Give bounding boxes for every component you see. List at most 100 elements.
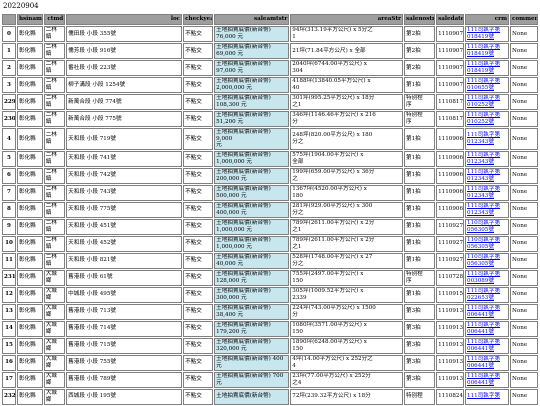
table-row: 14 彰化縣 大城鄉舊港段 小段 714號 不點交 土地拍賣底價(新台幣) 179,200… bbox=[2, 320, 538, 337]
case-number-link[interactable]: 111司執字第 012343號 bbox=[467, 203, 507, 216]
county-cell: 彰化縣 bbox=[16, 184, 43, 201]
town-cell: 二林鎮 bbox=[43, 94, 66, 110]
town-cell: 二林鎮 bbox=[43, 184, 66, 201]
case-number-link[interactable]: 111司執字第 012343號 bbox=[467, 169, 507, 182]
amount-cell: 土地拍賣底價(新台幣) 700 元 bbox=[214, 371, 290, 388]
check-cell: 不點交 bbox=[183, 354, 214, 371]
saleno-cell: 第3拍 bbox=[403, 337, 436, 354]
comment-cell: None bbox=[510, 43, 538, 59]
comment-cell: None bbox=[510, 77, 538, 93]
column-header-checkyear: checkyear bbox=[183, 14, 214, 25]
check-cell: 不點交 bbox=[183, 111, 214, 127]
column-header-saleamtstr: saleamtstr bbox=[214, 14, 290, 25]
row-index: 11 bbox=[2, 252, 16, 269]
case-number-link[interactable]: 111司執字第 010252號 bbox=[467, 95, 507, 108]
area-cell: 199坪(659.00平方公尺) x 36分之 bbox=[290, 167, 403, 184]
table-row: 17 彰化縣 大城鄉舊港段 小段 789號 不點交 土地拍賣底價(新台幣) 700 元 23… bbox=[2, 371, 538, 388]
saleno-cell: 第1拍 bbox=[403, 150, 436, 167]
case-number-cell: 111司執字第 018419號 bbox=[465, 43, 510, 59]
saleno-cell: 第1拍 bbox=[403, 167, 436, 184]
location-cell: 舊港段 小段 713號 bbox=[66, 303, 183, 320]
row-index: 232 bbox=[2, 388, 16, 405]
case-number-cell: 111司執字第 012343號 bbox=[465, 201, 510, 218]
saleno-cell: 第2拍 bbox=[403, 26, 436, 42]
county-cell: 彰化縣 bbox=[16, 111, 43, 127]
check-cell: 不點交 bbox=[183, 94, 214, 110]
check-cell: 不點交 bbox=[183, 337, 214, 354]
case-number-link[interactable]: 111司執字第 012343號 bbox=[467, 132, 507, 145]
case-number-link[interactable]: 111司執字第 bbox=[467, 393, 507, 400]
amount-cell: 土地拍賣底價(新台幣) 51,200 元 bbox=[214, 111, 290, 127]
county-cell: 彰化縣 bbox=[16, 269, 43, 286]
case-number-cell: 111司執字第 018419號 bbox=[465, 60, 510, 76]
county-cell: 彰化縣 bbox=[16, 337, 43, 354]
amount-cell: 土地拍賣底價(新台幣) 1,000,000 元 bbox=[214, 235, 290, 252]
location-cell: 西城段 小段 195號 bbox=[66, 388, 183, 405]
location-cell: 新萬合段 小段 774號 bbox=[66, 94, 183, 110]
table-body: 0 彰化縣 二林鎮儒田段 小段 355號 不點交 土地拍賣底價(新台幣) 76,000 元… bbox=[2, 26, 538, 405]
area-cell: 1367坪(4520.00平方公尺) x 180 bbox=[290, 184, 403, 201]
case-number-link[interactable]: 111司執字第 010655號 bbox=[467, 78, 507, 91]
location-cell: 天和段 小段 741號 bbox=[66, 150, 183, 167]
location-cell: 儒田段 小段 355號 bbox=[66, 26, 183, 42]
case-number-link[interactable]: 111司執字第 012343號 bbox=[467, 152, 507, 165]
check-cell: 不點交 bbox=[183, 286, 214, 303]
case-number-link[interactable]: 111司執字第 018419號 bbox=[467, 27, 507, 40]
case-number-link[interactable]: 111司執字第 018419號 bbox=[467, 61, 507, 74]
row-index: 10 bbox=[2, 235, 16, 252]
town-cell: 大城鄉 bbox=[43, 337, 66, 354]
case-number-link[interactable]: 111司執字第 006441號 bbox=[467, 339, 507, 352]
county-cell: 彰化縣 bbox=[16, 303, 43, 320]
case-number-link[interactable]: 111司執字第 012343號 bbox=[467, 186, 507, 199]
case-number-link[interactable]: 111司執字第 006441號 bbox=[467, 373, 507, 386]
case-number-link[interactable]: 111司執字第 006441號 bbox=[467, 356, 507, 369]
column-header-comment: comment bbox=[510, 14, 538, 25]
town-cell: 大城鄉 bbox=[43, 354, 66, 371]
saleno-cell: 第3拍 bbox=[403, 303, 436, 320]
location-cell: 天和段 小段 821號 bbox=[66, 252, 183, 269]
case-number-link[interactable]: 110司執字第 056305號 bbox=[467, 220, 507, 233]
county-cell: 彰化縣 bbox=[16, 128, 43, 150]
case-number-link[interactable]: 111司執字第 018419號 bbox=[467, 44, 507, 57]
county-cell: 彰化縣 bbox=[16, 252, 43, 269]
saledate-cell: 1110906 bbox=[436, 128, 465, 150]
check-cell: 不點交 bbox=[183, 43, 214, 59]
amount-cell: 土地拍賣底價(新台幣) 97,000 元 bbox=[214, 60, 290, 76]
case-number-link[interactable]: 110司執字第 056305號 bbox=[467, 254, 507, 267]
location-cell: 天和段 小段 775號 bbox=[66, 201, 183, 218]
case-number-cell: 111司執字第 006441號 bbox=[465, 354, 510, 371]
auction-table: hsinamectmdloccheckyearsaleamtstrareaStr… bbox=[1, 13, 539, 406]
case-number-cell: 111司執字第 018419號 bbox=[465, 26, 510, 42]
case-number-link[interactable]: 111司執字第 006441號 bbox=[467, 305, 507, 318]
row-index: 4 bbox=[2, 128, 16, 150]
row-index: 6 bbox=[2, 167, 16, 184]
town-cell: 二林鎮 bbox=[43, 201, 66, 218]
amount-cell: 土地拍賣底價(新台幣) 38,400 元 bbox=[214, 303, 290, 320]
row-index: 229 bbox=[2, 94, 16, 110]
saledate-cell: 1110817 bbox=[436, 111, 465, 127]
saledate-cell: 1110913 bbox=[436, 320, 465, 337]
check-cell: 不點交 bbox=[183, 269, 214, 286]
comment-cell: None bbox=[510, 218, 538, 235]
town-cell: 大城鄉 bbox=[43, 286, 66, 303]
column-header-areaStr: areaStr bbox=[290, 14, 403, 25]
table-row: 5 彰化縣 二林鎮天和段 小段 741號 不點交 土地拍賣底價(新台幣) 1,000,00… bbox=[2, 150, 538, 167]
town-cell: 大城鄉 bbox=[43, 303, 66, 320]
check-cell: 不點交 bbox=[183, 184, 214, 201]
saledate-cell: 1110907 bbox=[436, 43, 465, 59]
county-cell: 彰化縣 bbox=[16, 286, 43, 303]
check-cell: 不點交 bbox=[183, 252, 214, 269]
case-number-link[interactable]: 111司執字第 006441號 bbox=[467, 322, 507, 335]
case-number-link[interactable]: 110司執字第 056305號 bbox=[467, 237, 507, 250]
case-number-link[interactable]: 111司執字第 003089號 bbox=[467, 271, 507, 284]
table-row: 2 彰化縣 二林鎮番社段 小段 223號 不點交 土地拍賣底價(新台幣) 97,000 元… bbox=[2, 60, 538, 76]
comment-cell: None bbox=[510, 252, 538, 269]
column-header-ctmd: ctmd bbox=[43, 14, 66, 25]
case-number-cell: 111司執字第 003089號 bbox=[465, 269, 510, 286]
column-header-crm: crm bbox=[465, 14, 510, 25]
case-number-link[interactable]: 111司執字第 022653號 bbox=[467, 288, 507, 301]
location-cell: 舊港段 小段 714號 bbox=[66, 320, 183, 337]
case-number-link[interactable]: 111司執字第 010252號 bbox=[467, 112, 507, 125]
comment-cell: None bbox=[510, 201, 538, 218]
area-cell: 755坪(2497.00平方公尺) x 150 bbox=[290, 269, 403, 286]
